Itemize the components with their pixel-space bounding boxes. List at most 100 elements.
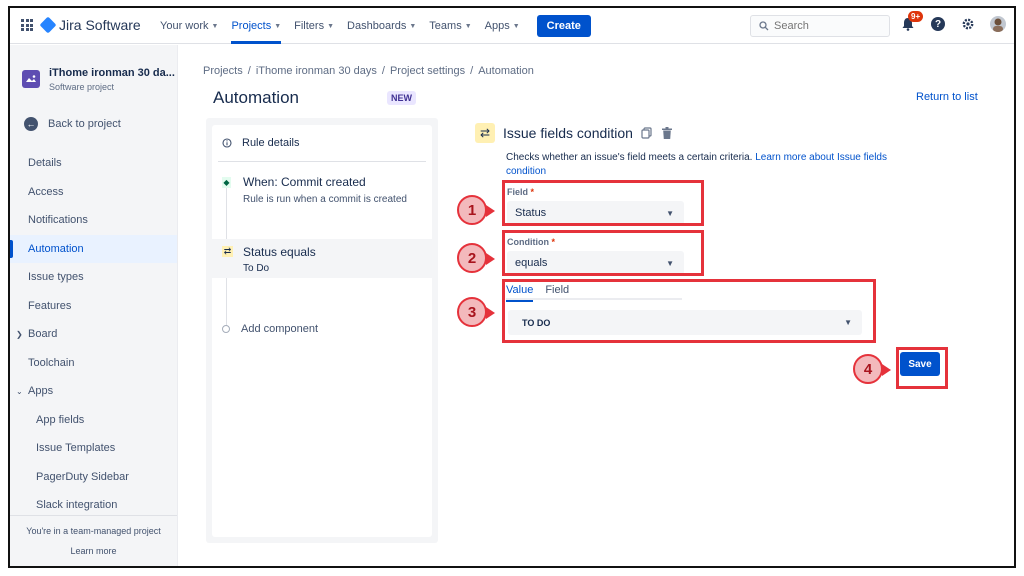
project-header[interactable]: iThome ironman 30 da... Software project — [22, 67, 175, 92]
return-to-list-link[interactable]: Return to list — [916, 91, 978, 103]
help-button[interactable]: ? — [930, 16, 946, 32]
breadcrumb-separator: / — [381, 65, 385, 77]
divider — [218, 161, 426, 162]
nav-apps[interactable]: Apps ▼ — [485, 8, 520, 44]
nav-projects[interactable]: Projects ▼ — [231, 8, 281, 44]
add-component-button[interactable]: Add component — [222, 323, 318, 335]
annotation-box-value — [502, 279, 876, 343]
nav-dashboards[interactable]: Dashboards ▼ — [347, 8, 416, 44]
settings-button[interactable] — [960, 16, 976, 32]
add-component-dot-icon — [222, 325, 230, 333]
breadcrumb-project-settings[interactable]: Project settings — [390, 65, 465, 77]
arrow-left-icon: ← — [24, 117, 38, 131]
breadcrumb-automation[interactable]: Automation — [478, 65, 534, 77]
sidebar-item-features[interactable]: Features — [10, 292, 177, 321]
new-lozenge: NEW — [387, 91, 416, 105]
sidebar-item-board[interactable]: ❯ Board — [10, 320, 177, 349]
nav-label: Your work — [160, 20, 209, 32]
chevron-down-icon: ▼ — [409, 22, 417, 30]
learn-more-link[interactable]: Learn more — [10, 546, 177, 556]
back-to-project-link[interactable]: ← Back to project — [24, 117, 121, 131]
condition-item[interactable]: ⇄ Status equals To Do — [212, 239, 432, 278]
sidebar-item-toolchain[interactable]: Toolchain — [10, 349, 177, 378]
create-button[interactable]: Create — [536, 15, 591, 37]
callout-1: 1 — [457, 195, 495, 225]
copy-icon[interactable] — [641, 127, 653, 139]
sidebar-item-label: Issue Templates — [36, 442, 116, 455]
callout-3: 3 — [457, 297, 495, 327]
sidebar-item-label: App fields — [36, 413, 85, 426]
sidebar-item-issue-templates[interactable]: Issue Templates — [10, 434, 177, 463]
add-component-label: Add component — [241, 323, 319, 335]
annotation-box-condition — [502, 230, 704, 276]
top-navigation: Jira Software Your work ▼ Projects ▼ Filte… — [10, 8, 1014, 44]
chevron-down-icon: ▼ — [274, 22, 282, 30]
condition-header: ⇄ Issue fields condition — [475, 123, 673, 143]
trigger-description: Rule is run when a commit is created — [243, 194, 407, 205]
chevron-down-icon: ⌄ — [16, 386, 23, 396]
sidebar-item-apps[interactable]: ⌄ Apps — [10, 377, 177, 406]
settings-menu: Details Access Notifications Automation … — [10, 149, 177, 520]
callout-4: 4 — [853, 354, 891, 384]
team-managed-note: You're in a team-managed project — [26, 526, 161, 536]
condition-description: Checks whether an issue's field meets a … — [506, 151, 926, 179]
project-type: Software project — [49, 82, 115, 92]
sidebar-item-access[interactable]: Access — [10, 178, 177, 207]
search-box[interactable] — [750, 15, 890, 37]
annotation-box-field — [502, 180, 704, 226]
trigger-title: When: Commit created — [243, 175, 366, 189]
sidebar-item-label: Slack integration — [36, 499, 118, 512]
app-window: Jira Software Your work ▼ Projects ▼ Filte… — [8, 6, 1016, 568]
app-switcher-icon[interactable] — [21, 19, 33, 31]
sidebar-item-label: Board — [28, 328, 58, 341]
sidebar-item-label: Apps — [28, 385, 54, 398]
project-name: iThome ironman 30 da... — [49, 67, 175, 79]
rule-chain-panel: Rule details ◆ When: Commit created Rule… — [206, 118, 438, 543]
breadcrumb-projects[interactable]: Projects — [203, 65, 243, 77]
chevron-down-icon: ▼ — [464, 22, 472, 30]
condition-description-text: Checks whether an issue's field meets a … — [506, 152, 753, 163]
back-label: Back to project — [48, 118, 121, 130]
breadcrumb-project[interactable]: iThome ironman 30 days — [256, 65, 377, 77]
nav-teams[interactable]: Teams ▼ — [429, 8, 471, 44]
sidebar-item-label: Notifications — [28, 214, 88, 227]
gear-icon — [962, 18, 974, 30]
rule-details-item[interactable]: Rule details — [222, 137, 299, 149]
sidebar-item-label: Automation — [28, 242, 84, 255]
sidebar-item-pagerduty-sidebar[interactable]: PagerDuty Sidebar — [10, 463, 177, 492]
sidebar-item-notifications[interactable]: Notifications — [10, 206, 177, 235]
notification-badge: 9+ — [908, 11, 924, 22]
nav-label: Dashboards — [347, 20, 407, 32]
sidebar-item-label: Details — [28, 157, 62, 170]
notifications-button[interactable]: 9+ — [900, 11, 924, 32]
sidebar-item-label: Features — [28, 299, 72, 312]
commit-icon: ◆ — [222, 177, 231, 188]
search-input[interactable] — [774, 20, 884, 32]
rule-details-label: Rule details — [242, 137, 300, 149]
sidebar-item-issue-types[interactable]: Issue types — [10, 263, 177, 292]
jira-logo[interactable]: Jira Software — [39, 16, 141, 34]
nav-label: Projects — [231, 20, 272, 32]
nav-label: Apps — [484, 20, 510, 32]
nav-filters[interactable]: Filters ▼ — [294, 8, 334, 44]
info-icon — [222, 138, 232, 148]
callout-2: 2 — [457, 243, 495, 273]
logo-text: Jira Software — [59, 17, 141, 33]
sidebar-item-label: Toolchain — [28, 356, 75, 369]
sidebar-item-automation[interactable]: Automation — [10, 234, 177, 263]
page-title: Automation — [213, 88, 299, 107]
trash-icon[interactable] — [661, 127, 673, 139]
condition-item-description: To Do — [243, 263, 270, 274]
breadcrumb-separator: / — [247, 65, 251, 77]
condition-title: Issue fields condition — [503, 125, 633, 141]
sidebar-item-details[interactable]: Details — [10, 149, 177, 178]
avatar — [990, 16, 1006, 32]
nav-label: Teams — [429, 20, 462, 32]
profile-button[interactable] — [990, 16, 1006, 32]
sidebar-item-label: Access — [28, 185, 64, 198]
nav-your-work[interactable]: Your work ▼ — [160, 8, 218, 44]
sidebar-footer: You're in a team-managed project Learn m… — [10, 515, 177, 556]
sidebar-item-app-fields[interactable]: App fields — [10, 406, 177, 435]
breadcrumb: Projects / iThome ironman 30 days / Proj… — [203, 65, 534, 77]
top-icons: 9+ ? — [900, 11, 1006, 32]
